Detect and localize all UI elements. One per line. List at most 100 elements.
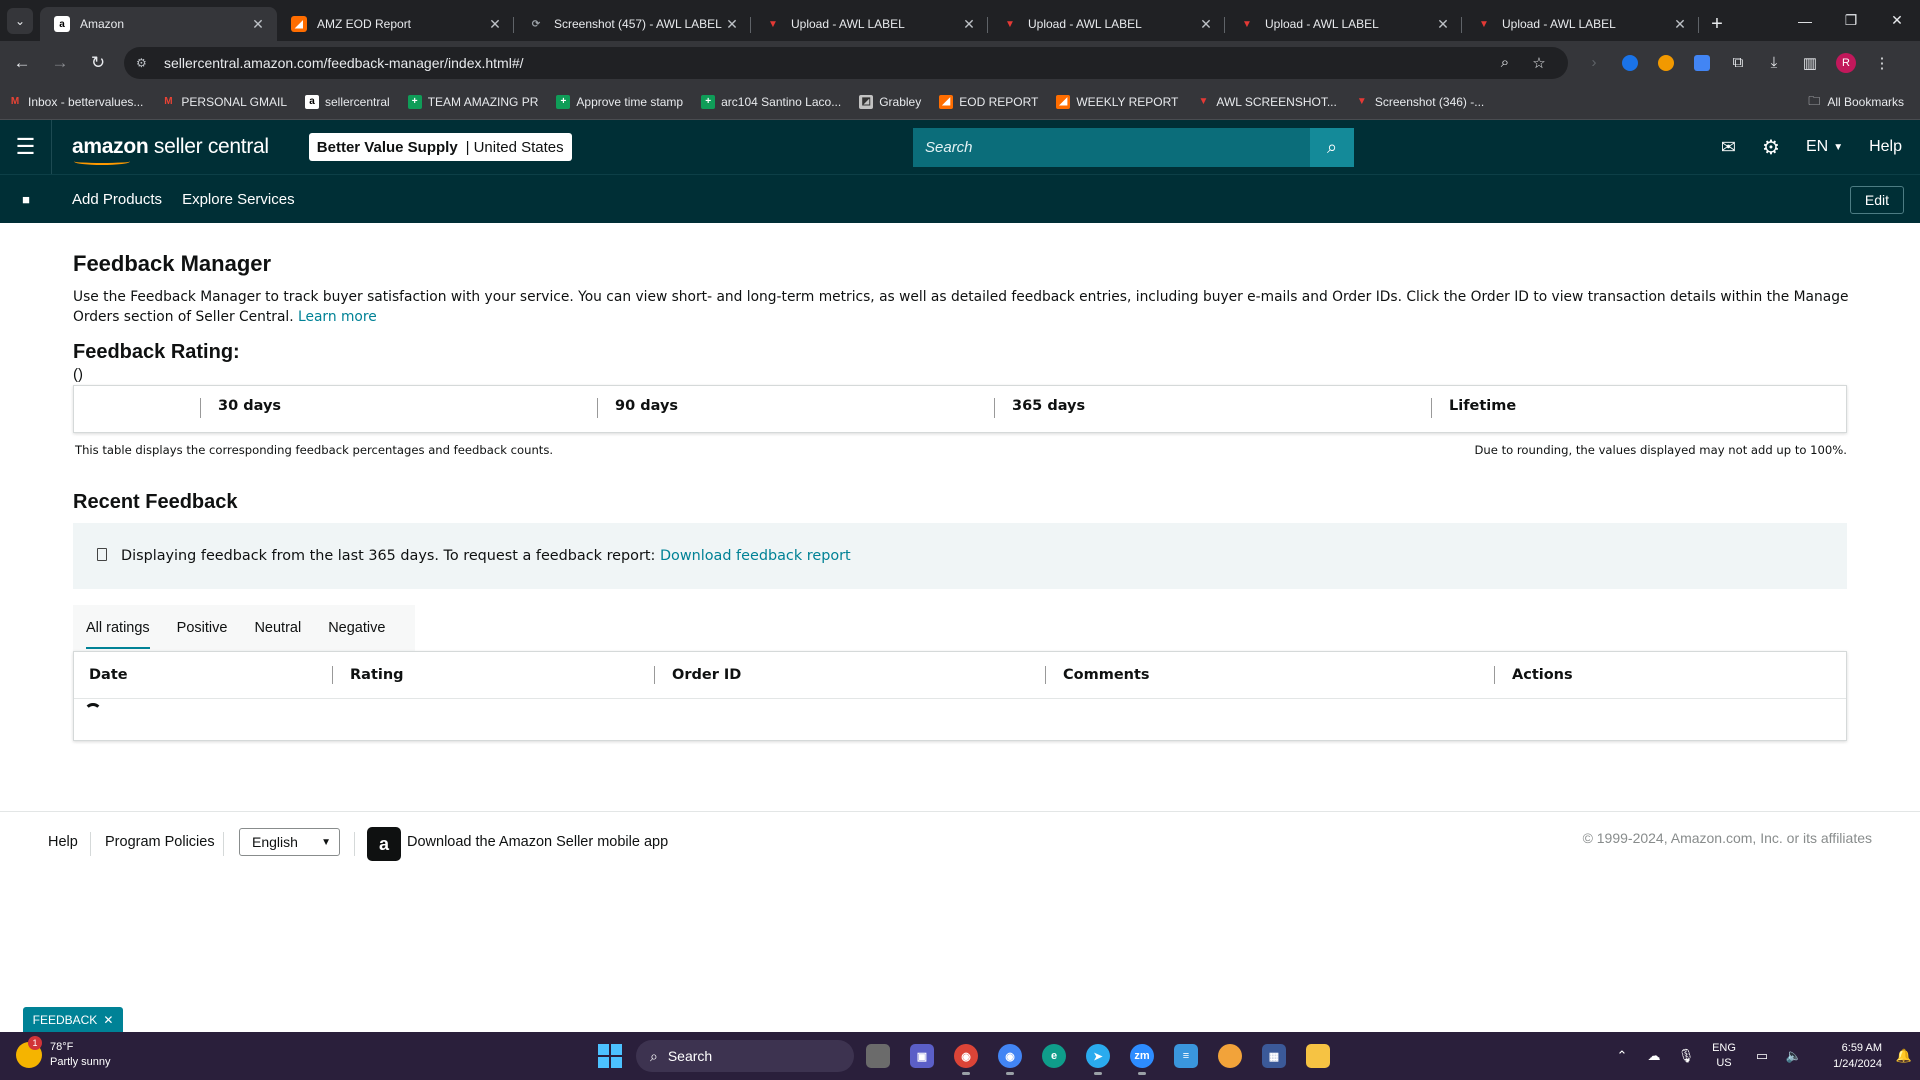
bookmark-item[interactable]: ▼ AWL SCREENSHOT... <box>1196 95 1336 109</box>
chrome-profile-icon[interactable]: ◉ <box>990 1036 1030 1076</box>
close-icon[interactable]: ✕ <box>103 1013 113 1027</box>
extension-blue-square-icon[interactable] <box>1684 47 1720 79</box>
tab-neutral[interactable]: Neutral <box>254 605 301 651</box>
all-bookmarks-button[interactable]: 🗀 All Bookmarks <box>1808 84 1904 120</box>
reload-icon[interactable]: ↻ <box>82 47 114 79</box>
tab-search-button[interactable]: ⌄ <box>0 0 40 41</box>
search-icon[interactable]: ⌕ <box>1310 128 1354 167</box>
feedback-widget-button[interactable]: FEEDBACK ✕ <box>23 1007 123 1032</box>
account-switcher[interactable]: Better Value Supply | United States <box>308 133 572 161</box>
minimize-icon[interactable]: — <box>1782 0 1828 41</box>
back-icon[interactable]: ← <box>6 47 38 79</box>
browser-tab[interactable]: ⟳ Screenshot (457) - AWL LABEL ✕ <box>514 7 751 41</box>
tab-all-ratings[interactable]: All ratings <box>86 605 150 651</box>
language-select[interactable]: English ▼ <box>239 828 340 856</box>
chrome-icon[interactable]: ◉ <box>946 1036 986 1076</box>
side-panel-icon[interactable]: ▥ <box>1792 47 1828 79</box>
download-feedback-report-link[interactable]: Download feedback report <box>660 548 851 564</box>
add-products-link[interactable]: Add Products <box>72 191 162 208</box>
url-text[interactable]: sellercentral.amazon.com/feedback-manage… <box>164 55 1488 71</box>
learn-more-link[interactable]: Learn more <box>298 309 377 325</box>
browser-tab[interactable]: a Amazon ✕ <box>40 7 277 41</box>
close-icon[interactable]: ✕ <box>960 16 978 33</box>
bookmark-star-icon[interactable]: ☆ <box>1522 54 1556 72</box>
bookmark-item[interactable]: ◢ WEEKLY REPORT <box>1056 94 1178 109</box>
taskbar-search[interactable]: ⌕ Search <box>636 1040 854 1072</box>
program-policies-link[interactable]: Program Policies <box>105 834 215 850</box>
column-rating[interactable]: Rating <box>332 666 404 684</box>
tab-positive[interactable]: Positive <box>177 605 228 651</box>
close-icon[interactable]: ✕ <box>1671 16 1689 33</box>
chevron-up-icon[interactable]: ⌃ <box>1606 1048 1638 1064</box>
bookmark-item[interactable]: ▼ Screenshot (346) -... <box>1355 95 1484 109</box>
browser-tab[interactable]: ▼ Upload - AWL LABEL ✕ <box>1225 7 1462 41</box>
browser-tab[interactable]: ▼ Upload - AWL LABEL ✕ <box>751 7 988 41</box>
bookmark-item[interactable]: + TEAM AMAZING PR <box>407 94 538 109</box>
calculator-icon[interactable]: ▦ <box>1254 1036 1294 1076</box>
weather-widget[interactable]: 1 78°F Partly sunny <box>16 1036 111 1070</box>
speaker-icon[interactable]: 🔈 <box>1778 1048 1810 1064</box>
close-icon[interactable]: ✕ <box>1434 16 1452 33</box>
footer-help-link[interactable]: Help <box>48 834 78 850</box>
bookmark-item[interactable]: + arc104 Santino Laco... <box>701 94 841 109</box>
close-window-icon[interactable]: ✕ <box>1874 0 1920 41</box>
search-input[interactable]: Search <box>913 128 1310 167</box>
site-info-icon[interactable]: ⚙ <box>136 56 154 70</box>
close-icon[interactable]: ✕ <box>486 16 504 33</box>
bookmark-icon[interactable]: ■ <box>0 192 52 207</box>
telegram-icon[interactable]: ➤ <box>1078 1036 1118 1076</box>
onedrive-icon[interactable]: ☁ <box>1638 1048 1670 1064</box>
restore-icon[interactable]: ❐ <box>1828 0 1874 41</box>
zoom-icon[interactable]: zm <box>1122 1036 1162 1076</box>
notepad-icon[interactable]: ≡ <box>1166 1036 1206 1076</box>
edit-button[interactable]: Edit <box>1849 186 1904 214</box>
profile-avatar[interactable]: R <box>1828 47 1864 79</box>
teams-icon[interactable]: ▣ <box>902 1036 942 1076</box>
clock[interactable]: 6:59 AM 1/24/2024 <box>1810 1040 1882 1072</box>
extension-arrow-icon[interactable]: › <box>1576 47 1612 79</box>
language-selector[interactable]: EN ▼ <box>1806 138 1843 156</box>
download-icon[interactable]: ⤓ <box>1756 47 1792 79</box>
explore-services-link[interactable]: Explore Services <box>182 191 295 208</box>
bookmark-item[interactable]: ◢ EOD REPORT <box>939 94 1038 109</box>
browser-tab[interactable]: ▼ Upload - AWL LABEL ✕ <box>988 7 1225 41</box>
address-bar[interactable]: ⚙ sellercentral.amazon.com/feedback-mana… <box>124 46 1568 79</box>
help-link[interactable]: Help <box>1869 138 1902 156</box>
bookmark-item[interactable]: M PERSONAL GMAIL <box>161 95 287 109</box>
extension-orange-icon[interactable] <box>1648 47 1684 79</box>
bookmark-item[interactable]: a sellercentral <box>305 94 390 109</box>
edge-icon[interactable]: e <box>1034 1036 1074 1076</box>
network-icon[interactable]: ▭ <box>1746 1048 1778 1064</box>
column-date[interactable]: Date <box>74 666 128 684</box>
extension-puzzle-blue-icon[interactable] <box>1612 47 1648 79</box>
amazon-app-icon[interactable]: a <box>367 827 401 861</box>
column-order-id[interactable]: Order ID <box>654 666 741 684</box>
bookmark-item[interactable]: M Inbox - bettervalues... <box>8 95 144 109</box>
windows-start-icon[interactable] <box>590 1036 630 1076</box>
mail-icon[interactable]: ✉ <box>1721 137 1736 158</box>
download-app-link[interactable]: Download the Amazon Seller mobile app <box>407 834 668 850</box>
close-icon[interactable]: ✕ <box>249 16 267 33</box>
seller-central-logo[interactable]: amazon seller central <box>72 135 269 165</box>
new-tab-button[interactable]: + <box>1699 7 1735 41</box>
kebab-menu-icon[interactable]: ⋮ <box>1864 47 1900 79</box>
hamburger-menu-icon[interactable]: ☰ <box>0 120 52 174</box>
extensions-icon[interactable]: ⧉ <box>1720 47 1756 79</box>
bookmark-item[interactable]: + Approve time stamp <box>556 94 683 109</box>
input-language[interactable]: ENG US <box>1702 1041 1746 1071</box>
microphone-icon[interactable]: 🎙 <box>1670 1048 1702 1064</box>
task-view-icon[interactable] <box>858 1036 898 1076</box>
close-icon[interactable]: ✕ <box>723 16 741 33</box>
app-orange-icon[interactable] <box>1210 1036 1250 1076</box>
browser-tab[interactable]: ◢ AMZ EOD Report ✕ <box>277 7 514 41</box>
file-explorer-icon[interactable] <box>1298 1036 1338 1076</box>
bookmark-item[interactable]: ◩ Grabley <box>859 94 921 109</box>
forward-icon[interactable]: → <box>44 47 76 79</box>
browser-tab[interactable]: ▼ Upload - AWL LABEL ✕ <box>1462 7 1699 41</box>
close-icon[interactable]: ✕ <box>1197 16 1215 33</box>
tab-negative[interactable]: Negative <box>328 605 385 651</box>
search-bar: Search ⌕ <box>913 128 1354 167</box>
notification-bell-icon[interactable]: 🔔 <box>1888 1048 1920 1064</box>
gear-icon[interactable]: ⚙ <box>1762 135 1780 160</box>
zoom-icon[interactable]: ⌕ <box>1488 54 1522 71</box>
